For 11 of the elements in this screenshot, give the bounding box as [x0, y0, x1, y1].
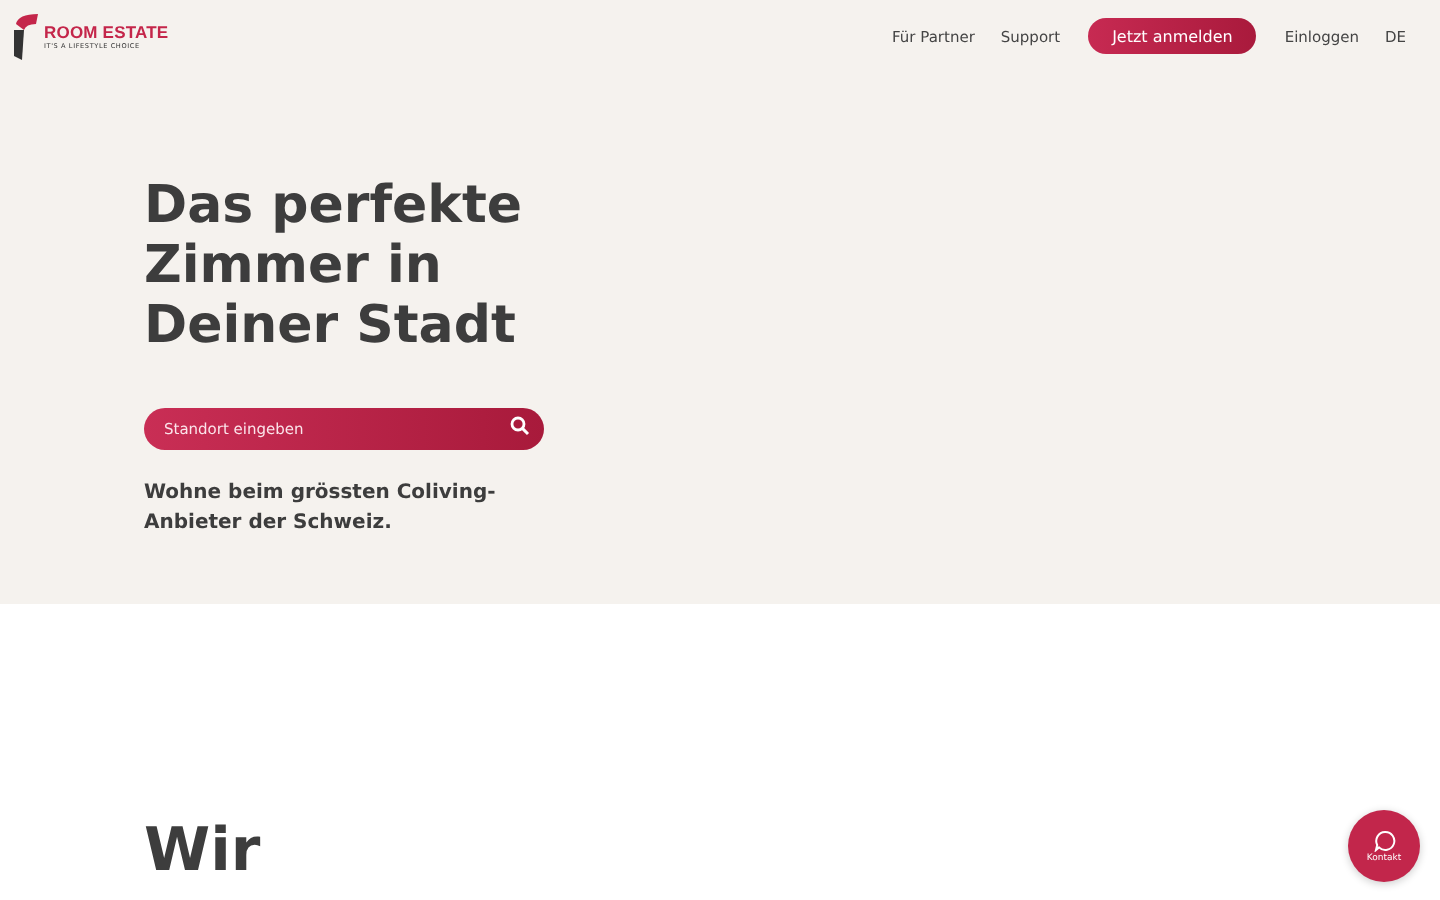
chat-bubble-icon	[1373, 829, 1395, 851]
hero-title: Deiner Stadt	[144, 296, 518, 356]
section-heading: Wir	[144, 816, 261, 886]
search-icon[interactable]	[510, 415, 530, 435]
hero-subtitle: Wohne beim grössten Coliving-	[144, 480, 498, 508]
logo-icon	[12, 12, 40, 60]
hero-title: Das perfekte	[144, 176, 525, 236]
hero-subtitle: Anbieter der Schweiz.	[144, 510, 394, 538]
signup-button[interactable]: Jetzt anmelden	[1088, 18, 1257, 54]
hero-title: Zimmer in	[144, 236, 444, 296]
logo-name: ROOM ESTATE	[44, 22, 169, 42]
